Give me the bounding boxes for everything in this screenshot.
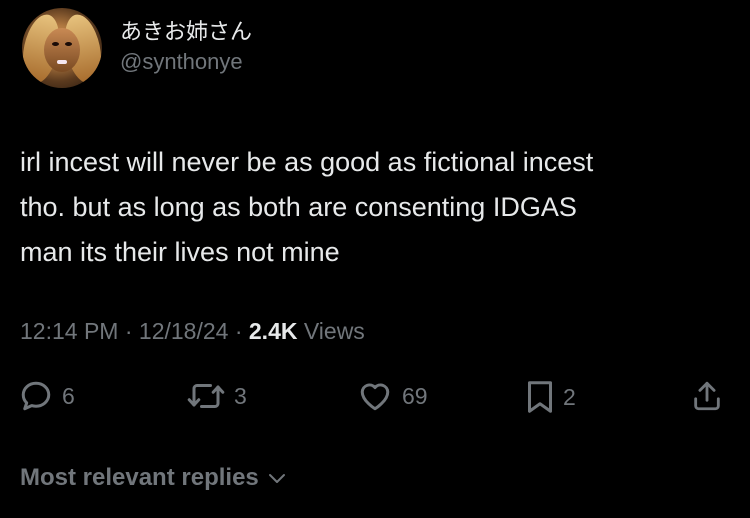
views-count: 2.4K xyxy=(248,318,298,344)
avatar-lips xyxy=(57,60,67,64)
bookmark-icon xyxy=(528,381,552,413)
replies-filter-button[interactable]: Most relevant replies xyxy=(20,464,289,492)
chevron-down-icon xyxy=(268,474,285,483)
avatar-eye-right xyxy=(65,42,72,46)
author-names: あきお姉さん @synthonye xyxy=(120,19,252,77)
avatar-face xyxy=(44,28,80,72)
like-count: 69 xyxy=(402,382,428,409)
tweet-date[interactable]: 12/18/24 xyxy=(139,318,229,344)
share-icon xyxy=(694,381,720,411)
views-label: Views xyxy=(303,318,365,344)
tweet-time[interactable]: 12:14 PM xyxy=(20,318,118,344)
share-button[interactable] xyxy=(690,378,724,414)
reply-count: 6 xyxy=(62,382,75,409)
meta-separator: · xyxy=(234,318,243,344)
meta-separator: · xyxy=(124,318,133,344)
bookmark-count: 2 xyxy=(563,383,576,410)
reply-icon xyxy=(21,381,51,411)
tweet-text: irl incest will never be as good as fict… xyxy=(20,147,594,267)
replies-filter-label: Most relevant replies xyxy=(20,464,259,491)
repost-count: 3 xyxy=(234,382,247,409)
avatar[interactable] xyxy=(22,8,102,88)
repost-button[interactable]: 3 xyxy=(186,378,247,414)
tweet-meta: 12:14 PM · 12/18/24 · 2.4K Views xyxy=(20,318,365,345)
tweet-header: あきお姉さん @synthonye xyxy=(22,8,252,88)
tweet-actions: 6 3 69 2 xyxy=(0,378,750,424)
like-button[interactable]: 69 xyxy=(356,378,428,414)
bookmark-button[interactable]: 2 xyxy=(525,378,576,416)
author-handle[interactable]: @synthonye xyxy=(120,47,252,77)
heart-icon xyxy=(360,383,390,411)
author-display-name[interactable]: あきお姉さん xyxy=(120,19,252,47)
repost-icon xyxy=(187,384,225,408)
reply-button[interactable]: 6 xyxy=(18,378,75,414)
avatar-eye-left xyxy=(52,42,59,46)
